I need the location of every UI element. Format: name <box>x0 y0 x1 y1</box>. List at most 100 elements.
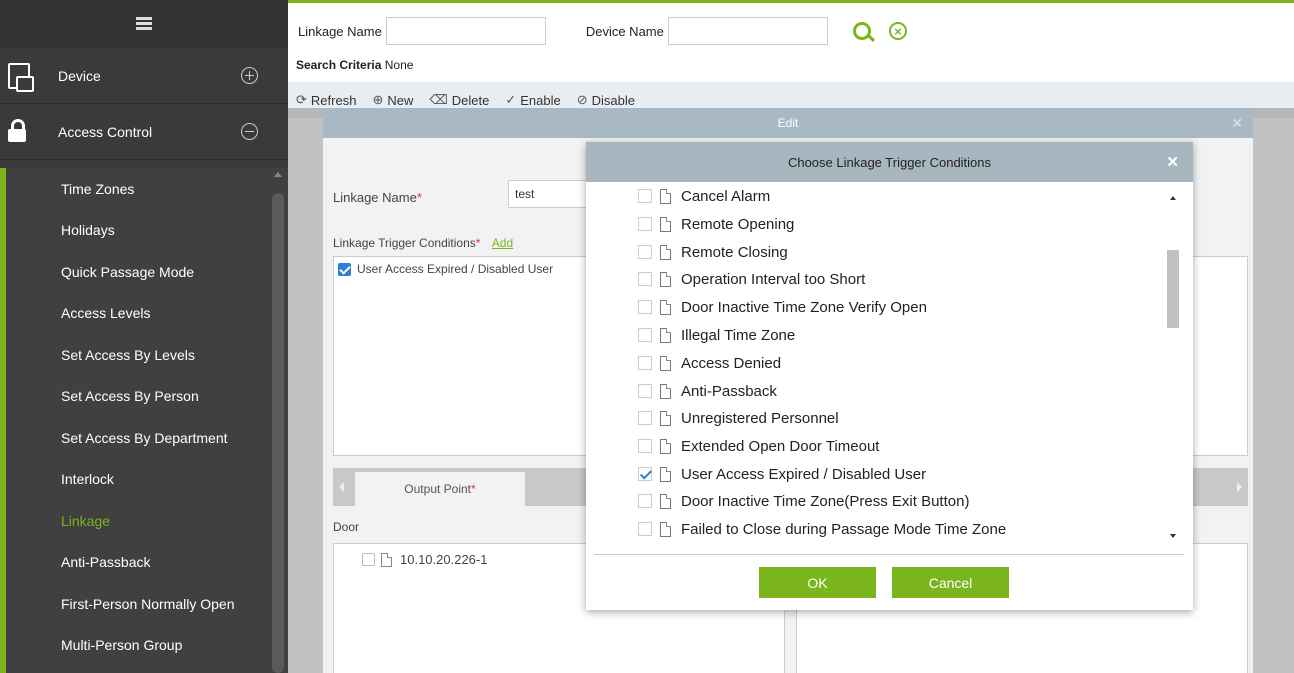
sidebar-list: Time Zones Holidays Quick Passage Mode A… <box>0 168 288 673</box>
sidebar-item-multi-person-group[interactable]: Multi-Person Group <box>6 625 288 667</box>
edit-dialog-title: Edit <box>777 116 799 130</box>
sidebar-item-set-access-by-department[interactable]: Set Access By Department <box>6 417 288 459</box>
file-icon <box>660 383 671 399</box>
edit-linkage-name-input[interactable]: test <box>508 180 598 208</box>
selected-trigger-item[interactable]: User Access Expired / Disabled User <box>338 262 553 276</box>
tab-output-point[interactable]: Output Point * <box>355 472 525 506</box>
list-item[interactable]: Extended Open Door Timeout <box>638 435 879 457</box>
list-item-label: Door Inactive Time Zone(Press Exit Butto… <box>681 492 970 510</box>
checkbox[interactable] <box>638 467 652 481</box>
file-icon <box>381 552 392 567</box>
tab-scroll-right-icon[interactable] <box>1237 482 1242 492</box>
list-item[interactable]: Failed to Close during Passage Mode Time… <box>638 518 1006 540</box>
check-icon: ✓ <box>505 92 517 107</box>
sidebar-item-time-zones[interactable]: Time Zones <box>6 168 288 210</box>
checkbox[interactable] <box>638 245 652 259</box>
list-item-label: Remote Closing <box>681 243 788 261</box>
refresh-button[interactable]: ⟳ Refresh <box>296 92 356 108</box>
checkbox[interactable] <box>638 300 652 314</box>
accent-bar <box>288 0 1294 3</box>
scrollbar-thumb[interactable] <box>272 193 284 673</box>
list-item[interactable]: Door Inactive Time Zone Verify Open <box>638 296 927 318</box>
divider <box>594 554 1184 555</box>
list-item[interactable]: User Access Expired / Disabled User <box>638 463 926 485</box>
expand-icon[interactable] <box>241 67 258 84</box>
sidebar-item-holidays[interactable]: Holidays <box>6 210 288 252</box>
list-item[interactable]: Anti-Passback <box>638 380 777 402</box>
scroll-down-icon[interactable] <box>1170 534 1176 538</box>
scroll-up-icon[interactable] <box>1170 196 1176 200</box>
sidebar-section-device[interactable]: Device <box>0 48 288 104</box>
list-item[interactable]: Remote Opening <box>638 213 794 235</box>
search-icon[interactable] <box>852 22 871 40</box>
checkbox[interactable] <box>638 411 652 425</box>
enable-button[interactable]: ✓ Enable <box>505 92 560 108</box>
add-trigger-link[interactable]: Add <box>492 236 513 250</box>
list-item-label: User Access Expired / Disabled User <box>681 465 927 483</box>
list-item[interactable]: Operation Interval too Short <box>638 268 865 290</box>
close-icon[interactable]: ✕ <box>1166 153 1179 171</box>
tab-scroll-left-icon[interactable] <box>339 482 344 492</box>
required-mark: * <box>471 482 476 496</box>
list-item-label: Cancel Alarm <box>681 187 771 205</box>
required-mark: * <box>416 190 422 205</box>
refresh-icon: ⟳ <box>296 92 307 107</box>
sidebar-item-quick-passage-mode[interactable]: Quick Passage Mode <box>6 251 288 293</box>
checkbox[interactable] <box>638 356 652 370</box>
checkbox[interactable] <box>362 553 375 566</box>
sidebar: Device Access Control Time Zones Holiday… <box>0 0 288 673</box>
file-icon <box>660 327 671 343</box>
scroll-up-icon[interactable] <box>274 172 282 177</box>
selected-trigger-label: User Access Expired / Disabled User <box>357 262 554 276</box>
checkbox[interactable] <box>638 328 652 342</box>
file-icon <box>660 299 671 315</box>
sidebar-section-access-control[interactable]: Access Control <box>0 104 288 160</box>
cancel-button[interactable]: Cancel <box>892 567 1009 598</box>
file-icon <box>660 466 671 482</box>
disable-label: Disable <box>591 92 635 108</box>
sidebar-item-set-access-by-person[interactable]: Set Access By Person <box>6 376 288 418</box>
list-item[interactable]: Door Inactive Time Zone(Press Exit Butto… <box>638 490 969 512</box>
list-item[interactable]: Remote Closing <box>638 241 788 263</box>
checkbox[interactable] <box>338 262 351 276</box>
checkbox[interactable] <box>638 272 652 286</box>
list-item-label: Remote Opening <box>681 215 795 233</box>
file-icon <box>660 244 671 260</box>
sidebar-item-set-access-by-levels[interactable]: Set Access By Levels <box>6 334 288 376</box>
sidebar-scrollbar[interactable] <box>272 168 284 673</box>
linkage-name-input[interactable] <box>385 17 546 45</box>
collapse-icon[interactable] <box>241 123 258 140</box>
checkbox[interactable] <box>638 522 652 536</box>
delete-icon: ⌫ <box>429 92 448 107</box>
checkbox[interactable] <box>638 189 652 203</box>
ok-button[interactable]: OK <box>759 567 876 598</box>
list-item[interactable]: Illegal Time Zone <box>638 324 795 346</box>
file-icon <box>660 410 671 426</box>
clear-icon[interactable]: × <box>888 22 907 40</box>
new-button[interactable]: ⊕ New <box>372 92 413 108</box>
device-name-input[interactable] <box>667 17 828 45</box>
scrollbar-thumb[interactable] <box>1167 250 1179 328</box>
sidebar-item-access-levels[interactable]: Access Levels <box>6 293 288 335</box>
checkbox[interactable] <box>638 384 652 398</box>
refresh-label: Refresh <box>310 92 357 108</box>
sidebar-item-anti-passback[interactable]: Anti-Passback <box>6 542 288 584</box>
delete-button[interactable]: ⌫ Delete <box>429 92 489 108</box>
door-tree-item[interactable]: 10.10.20.226-1 <box>362 552 487 567</box>
close-icon[interactable]: ✕ <box>1231 115 1243 132</box>
list-item-label: Anti-Passback <box>681 382 777 400</box>
list-item[interactable]: Cancel Alarm <box>638 185 770 207</box>
sidebar-item-linkage[interactable]: Linkage <box>6 500 288 542</box>
list-scrollbar[interactable] <box>1166 190 1182 550</box>
menu-toggle-icon[interactable] <box>136 17 152 31</box>
disable-button[interactable]: ⊘ Disable <box>577 92 635 108</box>
list-item[interactable]: Unregistered Personnel <box>638 407 839 429</box>
checkbox[interactable] <box>638 439 652 453</box>
sidebar-item-interlock[interactable]: Interlock <box>6 459 288 501</box>
sidebar-item-first-person-normally-open[interactable]: First-Person Normally Open <box>6 583 288 625</box>
checkbox[interactable] <box>638 494 652 508</box>
checkbox[interactable] <box>638 217 652 231</box>
delete-label: Delete <box>451 92 490 108</box>
device-icon <box>8 62 34 92</box>
list-item[interactable]: Access Denied <box>638 352 781 374</box>
